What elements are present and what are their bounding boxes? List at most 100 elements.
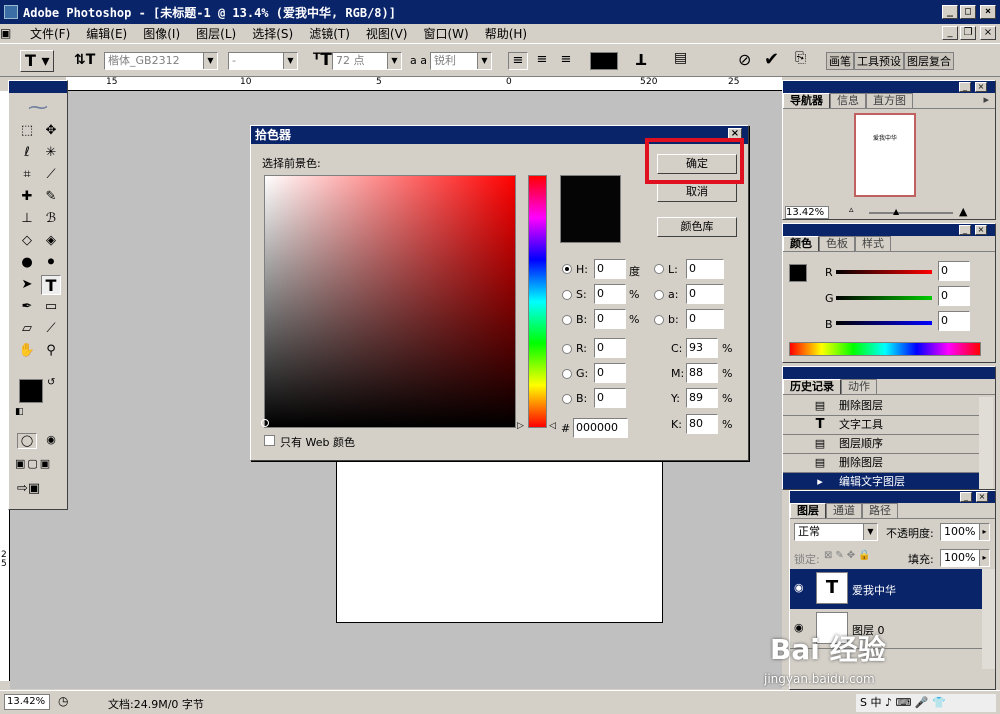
radio-a[interactable] (654, 290, 664, 300)
eye-icon[interactable]: ◉ (794, 581, 804, 594)
menu-file[interactable]: 文件(F) (22, 25, 78, 42)
input-r-panel[interactable]: 0 (938, 261, 970, 281)
minimize-icon[interactable]: _ (942, 5, 958, 19)
radio-b-lab[interactable] (654, 315, 664, 325)
standard-mode-icon[interactable]: ◯ (17, 433, 37, 449)
panel-close-icon[interactable]: × (976, 492, 988, 502)
input-m[interactable]: 88 (686, 363, 718, 383)
palette-tab-brushes[interactable]: 画笔 (826, 52, 854, 70)
doc-restore-icon[interactable]: ❐ (960, 26, 976, 40)
path-select-icon[interactable]: ➤ (17, 275, 37, 295)
history-item-selected[interactable]: ▸ 编辑文字图层 (783, 473, 979, 489)
zoom-slider[interactable] (869, 212, 953, 214)
rectangle-tool-icon[interactable]: ▭ (41, 297, 61, 317)
input-brightness[interactable]: 0 (594, 309, 626, 329)
menu-edit[interactable]: 编辑(E) (78, 25, 135, 42)
input-s[interactable]: 0 (594, 284, 626, 304)
panel-close-icon[interactable]: × (975, 225, 987, 235)
tab-histogram[interactable]: 直方图 (866, 93, 913, 108)
history-item[interactable]: ▤ 图层顺序 (783, 435, 979, 454)
antialias-select[interactable]: 锐利 ▼ (430, 52, 492, 70)
lock-icons[interactable]: ⊠✎✥🔒 (824, 550, 874, 561)
hue-slider[interactable] (528, 175, 547, 428)
quick-mask-icon[interactable]: ◉ (41, 433, 61, 449)
fill-input[interactable]: 100% ▸ (940, 549, 990, 567)
menu-filter[interactable]: 滤镜(T) (301, 25, 358, 42)
eyedropper-icon[interactable]: ⟋ (41, 319, 61, 339)
status-menu-icon[interactable]: ◷ (58, 694, 68, 708)
font-family-select[interactable]: 楷体_GB2312 ▼ (104, 52, 218, 70)
color-spectrum-bar[interactable] (789, 342, 981, 356)
tab-navigator[interactable]: 导航器 (783, 93, 830, 108)
panel-minimize-icon[interactable]: _ (959, 225, 971, 235)
history-item[interactable]: ▤ 删除图层 (783, 397, 979, 416)
hue-slider-left-arrow[interactable]: ▷ (517, 421, 524, 431)
doc-close-icon[interactable]: × (980, 26, 996, 40)
input-b-panel[interactable]: 0 (938, 311, 970, 331)
input-g-panel[interactable]: 0 (938, 286, 970, 306)
crop-tool-icon[interactable]: ⌗ (17, 165, 37, 185)
radio-brightness[interactable] (562, 315, 572, 325)
tab-color[interactable]: 颜色 (783, 236, 819, 251)
commit-edit-icon[interactable]: ✔ (764, 49, 779, 70)
hand-tool-icon[interactable]: ✋ (17, 341, 37, 361)
history-item[interactable]: T 文字工具 (783, 416, 979, 435)
palettes-toggle-icon[interactable]: ▤ (674, 50, 687, 66)
radio-blue[interactable] (562, 394, 572, 404)
input-g[interactable]: 0 (594, 363, 626, 383)
input-blue[interactable]: 0 (594, 388, 626, 408)
input-c[interactable]: 93 (686, 338, 718, 358)
input-a[interactable]: 0 (686, 284, 724, 304)
document-canvas[interactable] (336, 458, 663, 623)
menu-layer[interactable]: 图层(L) (188, 25, 244, 42)
pen-tool-icon[interactable]: ✒ (17, 297, 37, 317)
slice-tool-icon[interactable]: ⟋ (41, 165, 61, 185)
menu-window[interactable]: 窗口(W) (415, 25, 476, 42)
navigator-thumbnail[interactable]: 爱我中华 (854, 113, 916, 197)
panel-menu-icon[interactable]: ▸ (977, 93, 995, 108)
doc-minimize-icon[interactable]: _ (942, 26, 958, 40)
text-orientation-icon[interactable]: ⇅T (74, 52, 95, 68)
radio-s[interactable] (562, 290, 572, 300)
warp-text-icon[interactable]: ꓕ (636, 51, 646, 69)
tab-info[interactable]: 信息 (830, 93, 866, 108)
lasso-tool-icon[interactable]: ℓ (17, 143, 37, 163)
tab-styles[interactable]: 样式 (855, 236, 891, 251)
paint-bucket-icon[interactable]: ◈ (41, 231, 61, 251)
slider-r[interactable] (836, 270, 932, 274)
layer-row-selected[interactable]: ◉ T 爱我中华 (790, 569, 982, 609)
color-libraries-button[interactable]: 颜色库 (657, 217, 737, 237)
radio-l[interactable] (654, 264, 664, 274)
tab-actions[interactable]: 动作 (841, 379, 877, 394)
blend-mode-select[interactable]: 正常 ▼ (794, 523, 878, 541)
opacity-input[interactable]: 100% ▸ (940, 523, 990, 541)
notes-tool-icon[interactable]: ▱ (17, 319, 37, 339)
type-tool-icon[interactable]: T (41, 275, 61, 295)
web-only-checkbox[interactable] (264, 435, 275, 446)
history-brush-icon[interactable]: ℬ (41, 209, 61, 229)
zoom-slider-thumb[interactable]: ▲ (893, 207, 899, 216)
palette-tab-tool-presets[interactable]: 工具预设 (854, 52, 904, 70)
hue-slider-right-arrow[interactable]: ◁ (549, 421, 556, 431)
app-menu-icon[interactable]: ▣ (0, 26, 22, 40)
menu-image[interactable]: 图像(I) (135, 25, 188, 42)
brush-tool-icon[interactable]: ✎ (41, 187, 61, 207)
cancel-button[interactable]: 取消 (657, 182, 737, 202)
marquee-tool-icon[interactable]: ⬚ (17, 121, 37, 141)
screen-mode-icon[interactable]: ▣▢▣ (15, 457, 52, 470)
input-h[interactable]: 0 (594, 259, 626, 279)
align-center-icon[interactable]: ≡ (532, 52, 552, 70)
history-scrollbar[interactable] (979, 397, 993, 489)
eraser-tool-icon[interactable]: ◇ (17, 231, 37, 251)
align-right-icon[interactable]: ≡ (556, 52, 576, 70)
feather-logo-icon[interactable]: ⁓ (13, 95, 63, 119)
tab-paths[interactable]: 路径 (862, 503, 898, 518)
menu-view[interactable]: 视图(V) (358, 25, 416, 42)
blur-tool-icon[interactable]: ● (17, 253, 37, 273)
tab-channels[interactable]: 通道 (826, 503, 862, 518)
jump-to-imageready-icon[interactable]: ⇨▣ (17, 481, 40, 496)
saturation-brightness-field[interactable] (264, 175, 516, 428)
zoom-field[interactable]: 13.42% (4, 694, 50, 710)
fg-color-swatch[interactable] (789, 264, 807, 282)
menu-help[interactable]: 帮助(H) (477, 25, 535, 42)
